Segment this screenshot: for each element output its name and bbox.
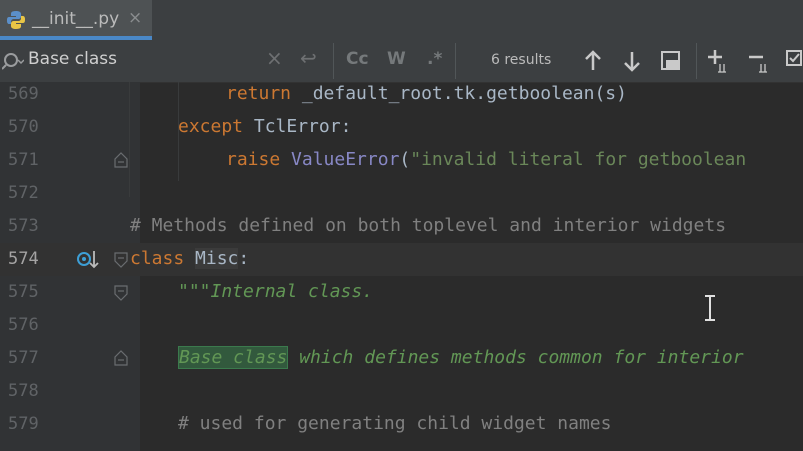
code-line[interactable]: 576 bbox=[0, 309, 803, 342]
line-number: 577 bbox=[8, 348, 39, 368]
code-line[interactable]: 579 # used for generating child widget n… bbox=[0, 408, 803, 441]
add-selection-icon[interactable] bbox=[706, 48, 732, 74]
tab-title: __init__.py bbox=[32, 9, 120, 29]
arrow-up-icon[interactable] bbox=[580, 48, 606, 74]
code-text: class Misc: bbox=[130, 248, 250, 269]
regex-toggle[interactable]: .* bbox=[427, 49, 442, 69]
code-line[interactable]: 570 except TclError: bbox=[0, 111, 803, 144]
code-text: return _default_root.tk.getboolean(s) bbox=[226, 83, 627, 104]
line-number: 578 bbox=[8, 381, 39, 401]
search-input[interactable]: Base class bbox=[28, 49, 117, 69]
separator bbox=[455, 43, 456, 79]
separator bbox=[696, 43, 697, 79]
line-number: 571 bbox=[8, 150, 39, 170]
editor-tab-bar: __init__.py × bbox=[0, 0, 803, 40]
arrow-down-icon[interactable] bbox=[619, 48, 645, 74]
code-docstring: """Internal class. bbox=[178, 281, 374, 302]
fold-end-icon[interactable] bbox=[114, 350, 128, 366]
close-icon[interactable]: × bbox=[128, 8, 142, 28]
select-all-occurrences-icon[interactable] bbox=[658, 48, 684, 74]
fold-start-icon[interactable] bbox=[114, 285, 128, 301]
fold-start-icon[interactable] bbox=[114, 252, 128, 268]
text-cursor-icon bbox=[705, 295, 715, 321]
code-line[interactable]: 571 raise ValueError("invalid literal fo… bbox=[0, 144, 803, 177]
code-line[interactable]: 575 """Internal class. bbox=[0, 276, 803, 309]
code-line[interactable]: 569 return _default_root.tk.getboolean(s… bbox=[0, 78, 803, 111]
overridden-method-icon[interactable] bbox=[76, 249, 100, 271]
separator bbox=[333, 43, 334, 79]
line-number: 570 bbox=[8, 117, 39, 137]
remove-selection-icon[interactable] bbox=[747, 48, 773, 74]
line-number: 576 bbox=[8, 315, 39, 335]
whole-words-toggle[interactable]: W bbox=[387, 49, 406, 69]
new-line-icon[interactable]: ↩ bbox=[300, 46, 317, 70]
search-icon[interactable] bbox=[2, 50, 24, 72]
tab-init-py[interactable]: __init__.py × bbox=[0, 0, 152, 40]
code-line[interactable]: 572 bbox=[0, 177, 803, 210]
fold-end-icon[interactable] bbox=[114, 152, 128, 168]
code-comment: # Methods defined on both toplevel and i… bbox=[130, 215, 727, 236]
select-all-checkbox-icon[interactable] bbox=[786, 48, 803, 74]
python-file-icon bbox=[7, 11, 25, 29]
clear-search-icon[interactable]: × bbox=[266, 46, 283, 70]
search-match-highlight: Base class bbox=[178, 346, 289, 369]
line-number: 575 bbox=[8, 282, 39, 302]
code-comment: # used for generating child widget names bbox=[178, 413, 612, 434]
code-line[interactable]: 578 bbox=[0, 375, 803, 408]
line-number: 572 bbox=[8, 183, 39, 203]
code-docstring: Base class which defines methods common … bbox=[178, 346, 744, 369]
code-text: raise ValueError("invalid literal for ge… bbox=[226, 149, 747, 170]
code-line-current[interactable]: 574 class Misc: bbox=[0, 243, 803, 276]
code-line[interactable]: 573 # Methods defined on both toplevel a… bbox=[0, 210, 803, 243]
line-number: 569 bbox=[8, 84, 39, 104]
code-text: except TclError: bbox=[178, 116, 352, 137]
line-number: 573 bbox=[8, 216, 39, 236]
code-line[interactable]: 577 Base class which defines methods com… bbox=[0, 342, 803, 375]
match-case-toggle[interactable]: Cc bbox=[346, 49, 369, 69]
find-bar: Base class × ↩ Cc W .* 6 results bbox=[0, 40, 803, 83]
results-count: 6 results bbox=[491, 52, 552, 68]
line-number: 579 bbox=[8, 414, 39, 434]
line-number: 574 bbox=[8, 249, 39, 269]
